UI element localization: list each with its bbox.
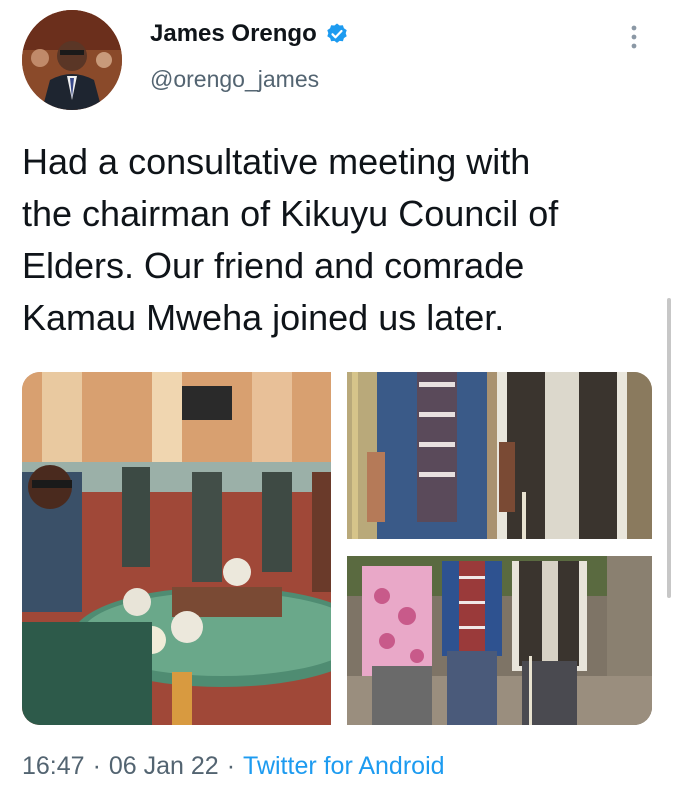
author-name-row[interactable]: James Orengo <box>150 20 349 48</box>
tweet-text-line: Elders. Our friend and comrade <box>22 245 525 286</box>
three-men-standing-photo[interactable] <box>347 556 652 725</box>
meta-separator: · <box>226 752 236 780</box>
three-men-image <box>347 556 652 725</box>
two-men-standing-photo[interactable] <box>347 372 652 539</box>
tweet-time[interactable]: 16:47 <box>22 752 85 781</box>
avatar[interactable] <box>22 10 122 110</box>
more-options-icon[interactable] <box>626 22 642 52</box>
meta-separator: · <box>92 752 101 780</box>
two-men-image <box>347 372 652 539</box>
tweet-meta: 16:47 · 06 Jan 22 · Twitter for Android <box>22 752 445 781</box>
tweet-text-line: the chairman of Kikuyu Council of <box>22 193 559 234</box>
scrollbar[interactable] <box>667 298 671 598</box>
author-name[interactable]: James Orengo <box>150 20 317 48</box>
tweet-text-line: Kamau Mweha joined us later. <box>22 297 505 338</box>
tweet-source-link[interactable]: Twitter for Android <box>243 752 444 781</box>
dining-room-image <box>22 372 331 725</box>
tweet-text-line: Had a consultative meeting with <box>22 141 531 182</box>
verified-badge-icon <box>327 23 347 43</box>
dining-room-photo[interactable] <box>22 372 331 725</box>
tweet-date[interactable]: 06 Jan 22 <box>109 752 219 781</box>
author-handle[interactable]: @orengo_james <box>150 66 319 93</box>
tweet-text: Had a consultative meeting with the chai… <box>22 136 652 344</box>
profile-photo-icon <box>22 10 122 110</box>
